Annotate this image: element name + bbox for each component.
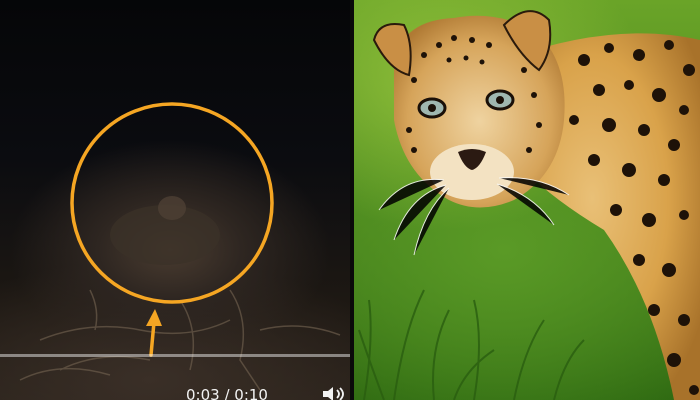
night-scene [19, 102, 341, 391]
night-camera-frame: 0:03 / 0:10 [0, 0, 350, 400]
volume-icon[interactable] [322, 386, 348, 400]
leopard-left-ear [372, 23, 412, 77]
video-progress-bar[interactable] [0, 354, 350, 357]
grass-blades [358, 289, 585, 400]
twigs [19, 289, 341, 391]
animal-head [158, 196, 186, 220]
leopard-illustration [358, 10, 700, 400]
leopard-photo [354, 0, 700, 400]
video-time-display: 0:03 / 0:10 [186, 386, 268, 400]
